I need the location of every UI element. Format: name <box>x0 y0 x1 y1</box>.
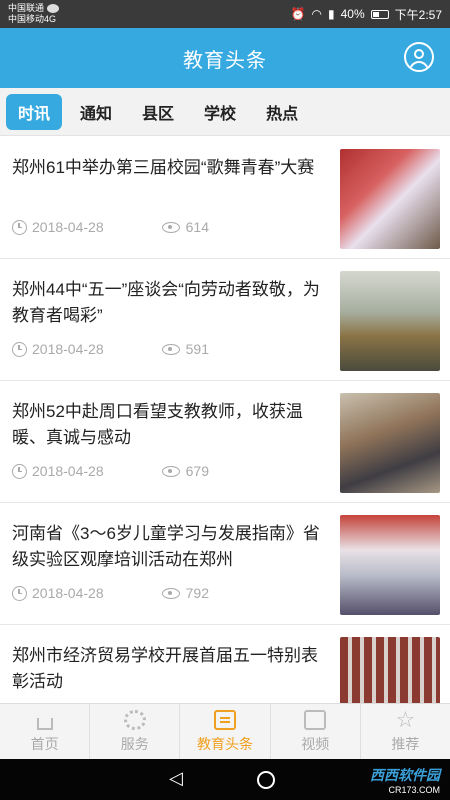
video-icon <box>304 709 327 730</box>
news-item[interactable]: 郑州52中赴周口看望支教教师，收获温暖、真诚与感动 2018-04-28 679 <box>0 381 450 503</box>
nav-label: 教育头条 <box>197 735 253 752</box>
app-header: 教育头条 <box>0 28 450 88</box>
battery-icon <box>370 9 389 19</box>
news-thumbnail <box>340 271 440 371</box>
news-title: 郑州44中“五一”座谈会“向劳动者致敬，为教育者喝彩” <box>12 280 320 325</box>
news-list: 郑州61中举办第三届校园“歌舞青春”大赛 2018-04-28 614 郑州44… <box>0 137 450 703</box>
home-icon <box>36 717 53 730</box>
home-circle-icon[interactable] <box>257 770 275 789</box>
carrier-1: 中国联通 <box>8 3 45 13</box>
eye-icon <box>161 465 180 477</box>
nav-headlines[interactable]: 教育头条 <box>180 704 271 759</box>
news-views: 792 <box>185 585 209 601</box>
carrier-info: 中国联通 中国移动4G <box>8 3 60 25</box>
news-title: 郑州52中赴周口看望支教教师，收获温暖、真诚与感动 <box>12 402 303 447</box>
page-title: 教育头条 <box>183 49 267 72</box>
news-date: 2018-04-28 <box>32 219 104 235</box>
news-item[interactable]: 郑州44中“五一”座谈会“向劳动者致敬，为教育者喝彩” 2018-04-28 5… <box>0 259 450 381</box>
clock-icon <box>12 219 27 235</box>
tab-notice[interactable]: 通知 <box>68 94 124 130</box>
news-date: 2018-04-28 <box>32 585 104 601</box>
news-title: 郑州61中举办第三届校园“歌舞青春”大赛 <box>12 158 315 177</box>
wifi-icon: ◠ <box>311 7 322 21</box>
nav-label: 首页 <box>30 735 59 752</box>
news-item[interactable]: 郑州市经济贸易学校开展首届五一特别表彰活动 <box>0 625 450 703</box>
news-thumbnail <box>340 515 440 615</box>
nav-label: 推荐 <box>391 735 420 752</box>
news-meta: 2018-04-28 679 <box>12 463 209 479</box>
status-indicators: ⏰ ◠ ▮ 40% 下午2:57 <box>291 6 442 23</box>
news-views: 591 <box>185 341 209 357</box>
nav-video[interactable]: 视频 <box>271 704 361 759</box>
tab-county[interactable]: 县区 <box>130 94 186 130</box>
alarm-icon: ⏰ <box>290 7 306 21</box>
nav-label: 服务 <box>120 735 149 752</box>
system-navigation-bar: 西西软件园 CR173.COM <box>0 759 450 800</box>
news-title: 郑州市经济贸易学校开展首届五一特别表彰活动 <box>12 646 318 691</box>
news-views: 614 <box>185 219 209 235</box>
news-meta: 2018-04-28 792 <box>12 585 209 601</box>
news-meta: 2018-04-28 614 <box>12 219 209 235</box>
watermark-text: 西西软件园 <box>370 767 440 783</box>
battery-percent: 40% <box>340 7 365 21</box>
carrier-2: 中国移动4G <box>8 14 57 24</box>
user-profile-icon[interactable] <box>404 42 434 72</box>
eye-icon <box>161 587 180 599</box>
tab-school[interactable]: 学校 <box>192 94 248 130</box>
tab-hot[interactable]: 热点 <box>254 94 310 130</box>
bottom-navigation: 首页 服务 教育头条 视频 ☆ 推荐 <box>0 703 450 759</box>
news-views: 679 <box>185 463 209 479</box>
clock-icon <box>12 341 27 357</box>
back-icon[interactable] <box>169 768 187 789</box>
clock-time: 下午2:57 <box>394 7 442 22</box>
news-thumbnail <box>340 149 440 249</box>
news-thumbnail <box>340 637 440 703</box>
news-date: 2018-04-28 <box>32 341 104 357</box>
nav-service[interactable]: 服务 <box>90 704 181 759</box>
tab-news[interactable]: 时讯 <box>6 93 63 130</box>
nav-label: 视频 <box>301 735 330 752</box>
category-tabs: 时讯 通知 县区 学校 热点 <box>0 88 450 136</box>
nav-home[interactable]: 首页 <box>0 704 91 759</box>
watermark-sub: CR173.COM <box>388 785 440 795</box>
news-meta: 2018-04-28 591 <box>12 341 209 357</box>
watermark-logo: 西西软件园 CR173.COM <box>370 765 440 795</box>
news-thumbnail <box>340 393 440 493</box>
status-bar: 中国联通 中国移动4G ⏰ ◠ ▮ 40% 下午2:57 <box>0 0 450 28</box>
news-icon <box>214 709 236 730</box>
eye-icon <box>161 343 180 355</box>
signal-icon: ▮ <box>328 7 335 21</box>
message-notification-icon <box>47 4 60 13</box>
news-date: 2018-04-28 <box>32 463 104 479</box>
news-item[interactable]: 河南省《3～6岁儿童学习与发展指南》省级实验区观摩培训活动在郑州 2018-04… <box>0 503 450 625</box>
gear-icon <box>123 709 146 730</box>
clock-icon <box>12 585 27 601</box>
news-item[interactable]: 郑州61中举办第三届校园“歌舞青春”大赛 2018-04-28 614 <box>0 137 450 259</box>
nav-recommend[interactable]: ☆ 推荐 <box>361 704 450 759</box>
eye-icon <box>161 221 180 233</box>
star-icon: ☆ <box>395 706 416 732</box>
clock-icon <box>12 463 27 479</box>
news-title: 河南省《3～6岁儿童学习与发展指南》省级实验区观摩培训活动在郑州 <box>12 524 320 569</box>
